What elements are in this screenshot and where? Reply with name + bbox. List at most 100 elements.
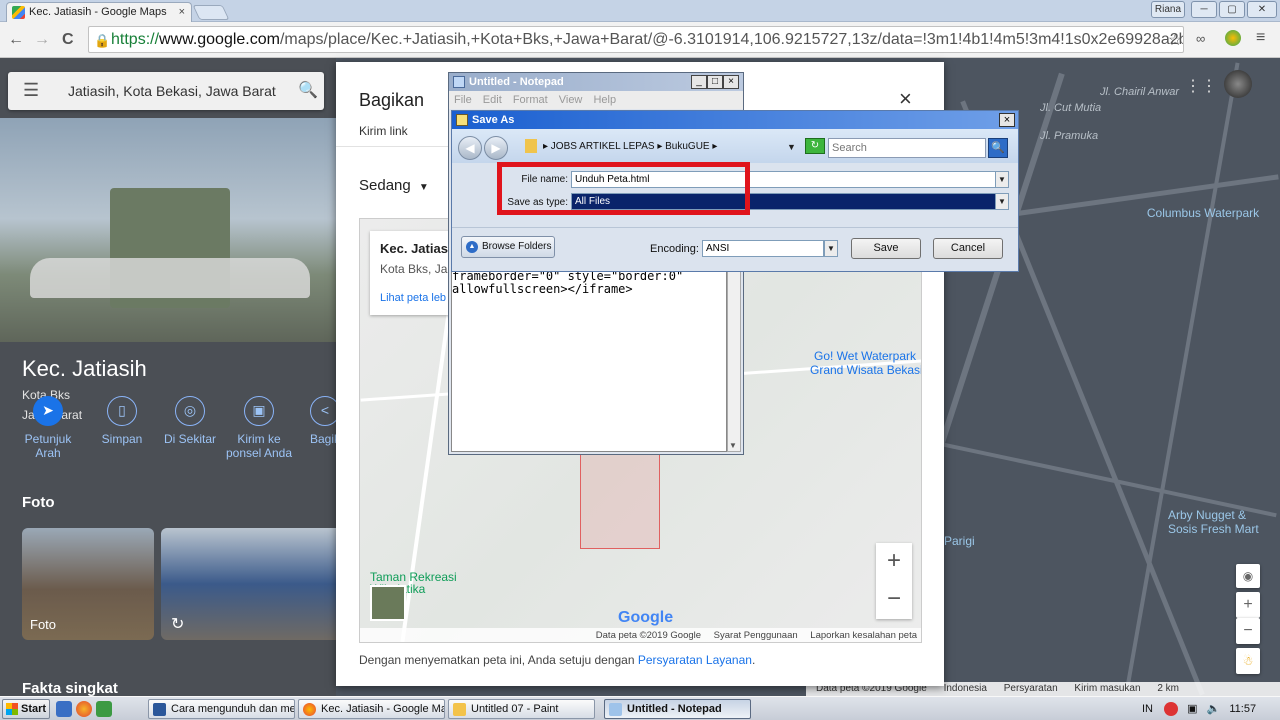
search-icon[interactable]: 🔍 — [988, 138, 1008, 158]
street-view-thumbnail[interactable]: ↻ — [161, 528, 336, 640]
place-hero-photo[interactable] — [0, 118, 336, 342]
chevron-down-icon[interactable]: ▼ — [995, 171, 1009, 188]
network-icon[interactable]: ▣ — [1187, 703, 1197, 715]
volume-icon[interactable]: 🔈 — [1207, 703, 1221, 715]
taskbar-item[interactable]: Untitled 07 - Paint — [448, 699, 595, 719]
map-poi[interactable]: Arby Nugget & Sosis Fresh Mart — [1168, 508, 1268, 536]
photo-thumbnail[interactable]: Foto — [22, 528, 154, 640]
taskbar-item[interactable]: Untitled - Notepad — [604, 699, 751, 719]
zoom-in-button[interactable]: + — [876, 543, 912, 581]
report-error-link[interactable]: Laporkan kesalahan peta — [810, 630, 917, 641]
search-input[interactable]: Jatiasih, Kota Bekasi, Jawa Barat — [68, 83, 276, 99]
terms-link[interactable]: Persyaratan Layanan — [638, 653, 752, 667]
chevron-down-icon[interactable]: ▼ — [824, 240, 838, 257]
menu-edit[interactable]: Edit — [483, 94, 502, 106]
menu-help[interactable]: Help — [593, 94, 616, 106]
url-scheme: https:// — [111, 31, 160, 48]
map-thumbnail[interactable] — [370, 585, 406, 621]
save-as-footer: ▲ Browse Folders Encoding: ANSI ▼ Save C… — [452, 227, 1018, 271]
back-button[interactable]: ◀ — [458, 136, 482, 160]
menu-file[interactable]: File — [454, 94, 472, 106]
search-box[interactable]: ☰ Jatiasih, Kota Bekasi, Jawa Barat 🔍 — [8, 72, 324, 110]
save-button[interactable]: Save — [851, 238, 921, 259]
folder-icon — [525, 139, 537, 154]
zoom-out-button[interactable]: − — [1236, 618, 1260, 644]
tab-title: Kec. Jatiasih - Google Maps — [29, 6, 167, 18]
firefox-icon[interactable] — [76, 701, 92, 717]
map-copyright: Data peta ©2019 Google — [595, 630, 702, 641]
nearby-label: Di Sekitar — [163, 432, 216, 446]
minimize-button[interactable]: ─ — [1191, 1, 1217, 18]
zoom-out-button[interactable]: − — [876, 581, 912, 619]
save-place-button[interactable]: ▯ Simpan — [87, 396, 157, 446]
app-icon[interactable] — [96, 701, 112, 717]
save-as-titlebar[interactable]: Save As — [452, 111, 1018, 129]
folder-search-input[interactable]: Search — [828, 138, 986, 158]
tab-send-link[interactable]: Kirim link — [359, 124, 408, 138]
close-button[interactable]: × — [999, 113, 1015, 127]
send-to-phone-button[interactable]: ▣ Kirim ke ponsel Anda — [224, 396, 294, 460]
maximize-button[interactable]: ▢ — [1219, 1, 1245, 18]
menu-icon[interactable]: ☰ — [23, 80, 39, 101]
encoding-select[interactable]: ANSI — [702, 240, 824, 257]
back-icon[interactable]: ← — [8, 31, 24, 49]
chevron-down-icon[interactable]: ▼ — [787, 137, 796, 157]
maximize-button[interactable]: □ — [707, 75, 723, 89]
menu-view[interactable]: View — [559, 94, 583, 106]
folder-breadcrumb[interactable]: ▸ JOBS ARTIKEL LEPAS ▸ BukuGUE ▸ — [525, 137, 805, 157]
tab-close-icon[interactable]: × — [179, 3, 185, 21]
share-button[interactable]: < Bagik — [290, 396, 336, 446]
bookmark-star-icon[interactable]: ☆ — [1168, 30, 1182, 50]
map-terms-link[interactable]: Persyaratan — [1004, 683, 1058, 694]
my-location-icon[interactable]: ◉ — [1236, 564, 1260, 588]
save-as-toolbar: ◀ ▶ ▸ JOBS ARTIKEL LEPAS ▸ BukuGUE ▸ ▼ ↻… — [452, 129, 1018, 163]
language-indicator[interactable]: IN — [1142, 703, 1153, 715]
zoom-in-button[interactable]: + — [1236, 592, 1260, 618]
street-view-icon: ↻ — [171, 616, 185, 633]
map-poi[interactable]: Parigi — [944, 534, 975, 548]
taskbar-item[interactable]: Kec. Jatiasih - Google Ma... — [298, 699, 445, 719]
reload-icon[interactable]: C — [62, 31, 74, 49]
map-size-value: Sedang — [359, 177, 411, 194]
extension-icon[interactable]: ∞ — [1196, 31, 1205, 46]
close-button[interactable]: × — [723, 75, 739, 89]
refresh-button[interactable]: ↻ — [805, 138, 825, 154]
terms-of-use-link[interactable]: Syarat Penggunaan — [714, 630, 798, 641]
browser-tab[interactable]: Kec. Jatiasih - Google Maps × — [6, 2, 192, 22]
clock[interactable]: 11:57 — [1229, 703, 1256, 715]
start-label: Start — [21, 703, 47, 715]
scroll-down-icon[interactable]: ▼ — [729, 441, 737, 450]
close-icon[interactable]: × — [899, 86, 912, 112]
profile-button[interactable]: Riana — [1151, 1, 1185, 18]
terms-notice: Dengan menyematkan peta ini, Anda setuju… — [359, 653, 755, 667]
menu-format[interactable]: Format — [513, 94, 548, 106]
map-size-dropdown[interactable]: Sedang ▼ — [359, 177, 429, 194]
map-scale: 2 km — [1157, 683, 1180, 694]
desktop-icon[interactable] — [56, 701, 72, 717]
street-label: Jl. Cut Mutia — [1040, 102, 1102, 114]
map-poi[interactable]: Columbus Waterpark — [1138, 206, 1268, 220]
minimize-button[interactable]: _ — [691, 75, 707, 89]
close-window-button[interactable]: ✕ — [1247, 1, 1277, 18]
forward-button[interactable]: ▶ — [484, 136, 508, 160]
browse-folders-button[interactable]: ▲ Browse Folders — [461, 236, 555, 258]
chrome-menu-icon[interactable]: ≡ — [1256, 29, 1265, 47]
user-avatar[interactable] — [1224, 70, 1252, 98]
map-feedback-link[interactable]: Kirim masukan — [1074, 683, 1140, 694]
cancel-button[interactable]: Cancel — [933, 238, 1003, 259]
chevron-down-icon[interactable]: ▼ — [995, 193, 1009, 210]
start-button[interactable]: Start — [2, 699, 50, 719]
new-tab-button[interactable] — [192, 5, 230, 20]
street-label: Jl. Chairil Anwar — [1100, 86, 1180, 98]
nearby-button[interactable]: ◎ Di Sekitar — [155, 396, 225, 446]
taskbar-item[interactable]: Cara mengunduh dan me... — [148, 699, 295, 719]
address-bar[interactable]: 🔒 https://www.google.com/maps/place/Kec.… — [88, 26, 1184, 53]
security-icon[interactable] — [1164, 702, 1179, 717]
search-icon[interactable]: 🔍 — [298, 80, 318, 100]
directions-button[interactable]: ➤ Petunjuk Arah — [13, 396, 83, 460]
map-poi[interactable]: Go! Wet Waterpark Grand Wisata Bekasi — [810, 349, 921, 377]
browser-tab-bar: Kec. Jatiasih - Google Maps × Riana ─ ▢ … — [0, 0, 1280, 22]
forward-icon[interactable]: → — [34, 31, 50, 49]
extension-avatar-icon[interactable] — [1225, 30, 1241, 46]
pegman-icon[interactable]: ☃ — [1236, 648, 1260, 674]
